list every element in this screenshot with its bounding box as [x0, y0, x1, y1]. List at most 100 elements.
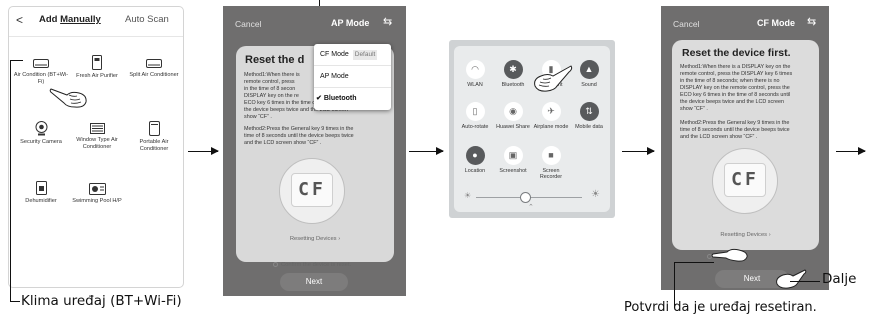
flow-arrow-4 — [836, 147, 866, 155]
device-window-type-ac[interactable]: Window Type Air Conditioner — [69, 123, 125, 150]
reset-card: Reset the device first. Method1:When the… — [672, 40, 819, 250]
mode-selector[interactable]: CF Mode — [757, 18, 795, 28]
method2-line: time of 8 seconds until the device beeps… — [680, 127, 790, 133]
caption-dalje: Dalje — [822, 271, 857, 287]
cancel-button[interactable]: Cancel — [235, 19, 261, 29]
device-label: Fresh Air Purifier — [76, 73, 118, 79]
caption-line-next — [790, 281, 820, 282]
method1-line: remote control, press the DISPLAY key 6 … — [680, 71, 793, 77]
device-air-conditioner-bt-wifi[interactable]: Air Condition (BT+Wi-Fi) — [13, 59, 69, 85]
lcd-illustration: CF — [712, 148, 778, 214]
qs-screen-recorder[interactable]: ■ Screen Recorder — [532, 146, 570, 180]
qs-label: Screen Recorder — [539, 168, 563, 181]
qs-label: Sound — [581, 82, 597, 88]
method1-line: Method1:When there is a DISPLAY key on t… — [680, 64, 791, 70]
qs-mobile-data[interactable]: ⇅ Mobile data — [570, 102, 608, 130]
lcd-illustration: CF — [279, 158, 345, 224]
brightness-slider-knob[interactable] — [520, 192, 531, 203]
mode-dropdown-menu: CF Mode Default AP Mode ✔ Bluetooth — [314, 44, 391, 110]
menu-item-ap-mode[interactable]: AP Mode — [314, 66, 391, 88]
menu-item-bluetooth[interactable]: ✔ Bluetooth — [314, 88, 391, 110]
caption-bracket-top — [10, 60, 23, 61]
flow-arrow-2 — [409, 147, 444, 155]
qs-label: Location — [464, 168, 486, 174]
cf-mode-screen: Cancel CF Mode ⇆ Reset the device first.… — [661, 6, 829, 290]
qs-label: Screenshot — [499, 168, 527, 174]
qs-screenshot[interactable]: ▣ Screenshot — [494, 146, 532, 174]
qs-huawei-share[interactable]: ◉ Huawei Share — [494, 102, 532, 130]
method1-line: DISPLAY key on the remote control, press… — [680, 85, 790, 91]
window-ac-icon — [89, 123, 105, 134]
device-dehumidifier[interactable]: Dehumidifier — [13, 181, 69, 205]
method1-line: show “CF” . — [244, 114, 272, 120]
pointing-hand-icon — [711, 248, 748, 262]
method1-line: ECO key 6 times in the time of 8 seconds… — [680, 92, 791, 98]
back-icon[interactable]: < — [16, 13, 23, 27]
method2-line: and the LCD screen show “CF” . — [244, 140, 322, 146]
qs-label: Huawei Share — [496, 124, 530, 130]
screenshot-icon: ▣ — [503, 146, 523, 165]
next-button[interactable]: Next — [280, 273, 348, 291]
flow-arrow-3 — [622, 147, 655, 155]
caption-bracket-top — [674, 262, 714, 263]
reset-title: Reset the d — [245, 54, 305, 66]
cancel-button[interactable]: Cancel — [673, 19, 699, 29]
method2-line: and the LCD screen show “CF” . — [680, 134, 758, 140]
qs-label: Bluetooth — [501, 82, 525, 88]
tab-add-manually-underline: Manually — [60, 14, 101, 25]
pointing-hand-icon — [534, 65, 573, 92]
panel-header: < Add Manually Auto Scan — [9, 7, 183, 35]
resetting-devices-link[interactable]: Resetting Devices › — [236, 236, 394, 242]
qs-label: Mobile data — [575, 124, 603, 130]
device-label: Swimming Pool H/P — [72, 198, 122, 204]
pointing-hand-icon — [776, 269, 807, 289]
device-label: Dehumidifier — [25, 198, 57, 204]
qs-airplane-mode[interactable]: ✈ Airplane mode — [532, 102, 570, 130]
qs-auto-rotate[interactable]: ▯ Auto-rotate — [456, 102, 494, 130]
resetting-devices-link[interactable]: Resetting Devices › — [672, 232, 819, 238]
tab-add-manually[interactable]: Add Manually — [39, 14, 101, 25]
camera-icon — [35, 121, 47, 136]
device-split-air-conditioner[interactable]: Split Air Conditioner — [126, 59, 182, 79]
dehumidifier-icon — [35, 181, 47, 195]
pointing-hand-icon — [49, 88, 87, 108]
tab-add-manually-label: Add — [39, 14, 61, 25]
device-label: Security Camera — [20, 139, 62, 145]
method2-line: Method2:Press the General key 9 times in… — [680, 120, 790, 126]
qs-sound[interactable]: ▲ Sound — [570, 60, 608, 88]
device-fresh-air-purifier[interactable]: Fresh Air Purifier — [69, 55, 125, 80]
method1-line: show “CF” . — [680, 106, 708, 112]
device-label: Window Type Air Conditioner — [76, 137, 118, 150]
mobile-data-icon: ⇅ — [579, 102, 599, 121]
qs-location[interactable]: ● Location — [456, 146, 494, 174]
device-label: Portable Air Conditioner — [139, 139, 169, 152]
reset-title: Reset the device first. — [682, 47, 791, 59]
checkbox-circle — [273, 262, 278, 267]
menu-item-label: AP Mode — [320, 73, 349, 80]
qs-label: Auto-rotate — [461, 124, 489, 130]
qs-wlan[interactable]: ◠ WLAN — [456, 60, 494, 88]
device-swimming-pool-hp[interactable]: Swimming Pool H/P — [69, 183, 125, 205]
portable-ac-icon — [148, 121, 160, 136]
rotate-icon: ▯ — [465, 102, 485, 121]
qs-bluetooth[interactable]: ✱ Bluetooth — [494, 60, 532, 88]
brightness-low-icon: ☀ — [464, 191, 472, 200]
caption-bracket-vertical — [10, 60, 11, 302]
expand-chevron-icon[interactable]: ⌃ — [528, 203, 534, 211]
method1-line: remote control, press — [244, 79, 295, 85]
method1-line: DISPLAY key on the re — [244, 93, 299, 99]
device-portable-ac[interactable]: Portable Air Conditioner — [126, 121, 182, 152]
header-divider — [9, 36, 183, 37]
default-badge: Default — [352, 50, 378, 60]
method2-line: Method2:Press the General key 9 times in… — [244, 126, 354, 132]
swap-icon[interactable]: ⇆ — [383, 15, 392, 28]
mode-selector[interactable]: AP Mode — [331, 18, 369, 28]
caption-bracket-bottom — [10, 301, 20, 302]
device-security-camera[interactable]: Security Camera — [13, 121, 69, 146]
swap-icon[interactable]: ⇆ — [807, 15, 816, 28]
menu-item-cf-mode[interactable]: CF Mode Default — [314, 44, 391, 66]
method1-line: in the time of 8 secon — [244, 86, 296, 92]
qs-label: WLAN — [467, 82, 483, 88]
confirm-reset-checkbox[interactable]: Confirm the device is reset. — [273, 262, 351, 268]
tab-auto-scan[interactable]: Auto Scan — [125, 14, 169, 25]
